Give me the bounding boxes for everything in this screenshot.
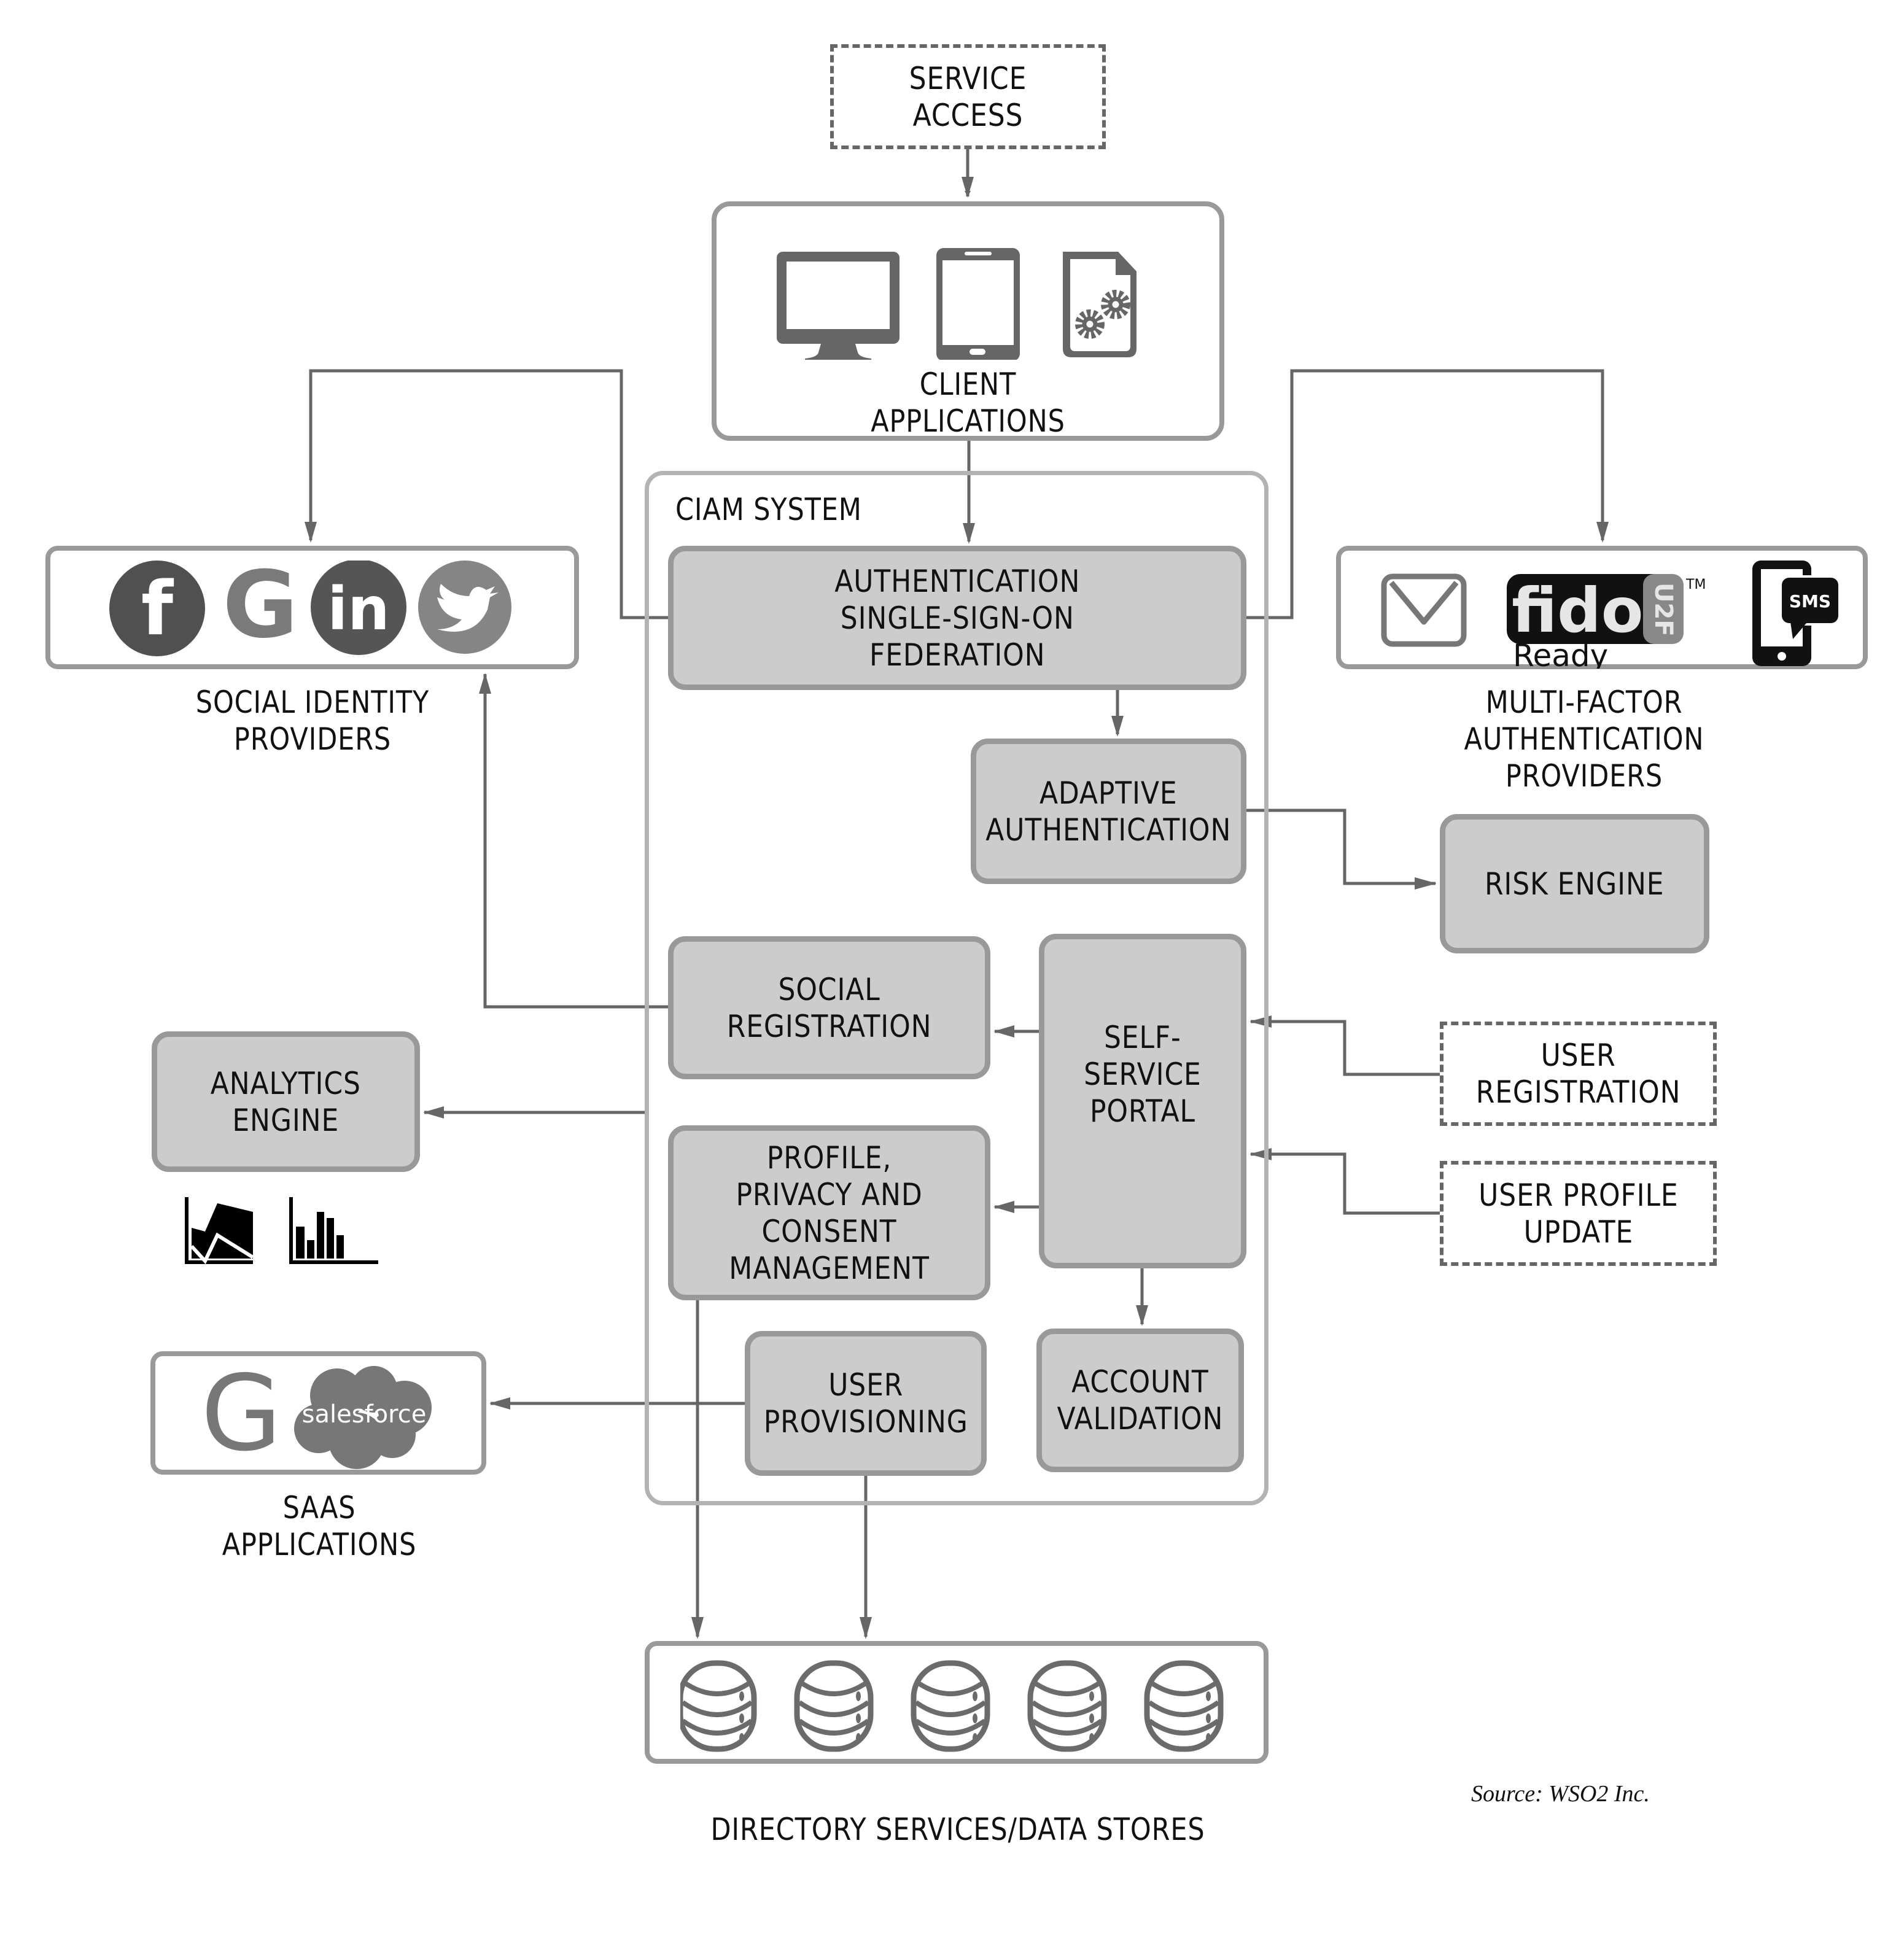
database-icon — [794, 1660, 874, 1752]
arrowhead — [962, 177, 974, 198]
database-icons — [680, 1660, 1224, 1752]
authentication-sso-federation-box[interactable]: AUTHENTICATION SINGLE-SIGN-ON FEDERATION — [668, 546, 1246, 690]
profile-privacy-consent-box[interactable]: PROFILE, PRIVACY AND CONSENT MANAGEMENT — [668, 1125, 990, 1300]
svg-text:salesforce: salesforce — [302, 1400, 427, 1429]
svg-text:TM: TM — [1685, 577, 1706, 592]
profile-privacy-consent-label: PROFILE, PRIVACY AND CONSENT MANAGEMENT — [729, 1139, 930, 1286]
arrowhead — [1596, 522, 1609, 543]
saas-icons: G salesforce — [201, 1364, 432, 1474]
user-registration-box[interactable]: USER REGISTRATION — [1440, 1022, 1717, 1126]
ciam-system-title: CIAM SYSTEM — [675, 492, 862, 527]
analytics-engine-label: ANALYTICS ENGINE — [210, 1065, 362, 1138]
client-applications-label: CLIENT APPLICATIONS — [871, 367, 1065, 439]
arrow-socialreg-to-social-idp — [483, 674, 668, 1009]
social-registration-label: SOCIAL REGISTRATION — [726, 971, 932, 1044]
svg-text:SMS: SMS — [1789, 591, 1831, 611]
google-icon: G — [222, 561, 298, 659]
risk-engine-label: RISK ENGINE — [1485, 866, 1665, 902]
saas-applications-label: SAAS APPLICATIONS — [222, 1490, 417, 1562]
svg-text:U2F: U2F — [1649, 583, 1677, 637]
bar-chart-icon — [289, 1197, 378, 1264]
client-applications-box[interactable]: CLIENT APPLICATIONS — [712, 201, 1224, 441]
area-chart-icon — [185, 1197, 254, 1265]
self-service-portal-box[interactable]: SELF- SERVICE PORTAL — [1039, 934, 1246, 1268]
analytics-icons — [185, 1197, 378, 1265]
arrow-adaptive-to-risk — [1246, 809, 1436, 885]
database-icon — [1027, 1660, 1107, 1752]
salesforce-cloud-icon: salesforce — [294, 1366, 432, 1469]
arrow-profileupdate-to-selfservice — [1251, 1152, 1440, 1215]
mfa-providers-label: MULTI-FACTOR AUTHENTICATION PROVIDERS — [1464, 685, 1704, 794]
account-validation-label: ACCOUNT VALIDATION — [1057, 1364, 1224, 1437]
source-credit: Source: WSO2 Inc. — [1471, 1781, 1650, 1807]
google-icon: G — [201, 1364, 282, 1474]
social-registration-box[interactable]: SOCIAL REGISTRATION — [668, 936, 990, 1079]
self-service-portal-label: SELF- SERVICE PORTAL — [1084, 1020, 1202, 1129]
svg-text:Ready: Ready — [1513, 638, 1608, 669]
app-settings-gears-icon — [1063, 252, 1137, 357]
svg-text:in: in — [327, 575, 389, 643]
smartphone-icon — [936, 248, 1020, 360]
arrowhead — [305, 522, 317, 543]
user-profile-update-box[interactable]: USER PROFILE UPDATE — [1440, 1161, 1717, 1266]
adaptive-authentication-box[interactable]: ADAPTIVE AUTHENTICATION — [971, 739, 1246, 884]
analytics-engine-box[interactable]: ANALYTICS ENGINE — [152, 1031, 420, 1172]
directory-services-label: DIRECTORY SERVICES/DATA STORES — [710, 1812, 1205, 1847]
database-icon — [680, 1660, 757, 1752]
database-icon — [1144, 1660, 1224, 1752]
arrow-userreg-to-selfservice — [1251, 1020, 1440, 1076]
arrowhead — [860, 1617, 872, 1639]
mfa-providers-box[interactable]: fido U2F TM Ready SMS — [1336, 546, 1868, 669]
mfa-icons: fido U2F TM Ready SMS — [1381, 561, 1841, 669]
risk-engine-box[interactable]: RISK ENGINE — [1440, 814, 1709, 953]
svg-text:f: f — [141, 567, 174, 652]
account-validation-box[interactable]: ACCOUNT VALIDATION — [1036, 1329, 1244, 1472]
facebook-icon: f — [109, 561, 205, 656]
svg-text:G: G — [222, 561, 298, 659]
sms-phone-icon: SMS — [1752, 561, 1841, 666]
arrowhead — [1415, 877, 1437, 890]
social-identity-providers-label: SOCIAL IDENTITY PROVIDERS — [195, 685, 430, 757]
fido-u2f-logo: fido U2F TM Ready — [1507, 574, 1706, 669]
user-provisioning-box[interactable]: USER PROVISIONING — [745, 1331, 987, 1476]
adaptive-authentication-label: ADAPTIVE AUTHENTICATION — [985, 775, 1232, 848]
social-identity-providers-box[interactable]: f G in — [45, 546, 579, 669]
email-envelope-icon — [1381, 573, 1467, 647]
social-icons: f G in — [109, 561, 511, 659]
arrowhead — [489, 1397, 510, 1410]
client-icons — [777, 248, 1137, 360]
user-provisioning-label: USER PROVISIONING — [763, 1367, 968, 1440]
authentication-label: AUTHENTICATION SINGLE-SIGN-ON FEDERATION — [834, 563, 1080, 673]
service-access-box[interactable]: SERVICE ACCESS — [830, 44, 1106, 149]
user-registration-label: USER REGISTRATION — [1475, 1038, 1681, 1110]
svg-text:fido: fido — [1512, 575, 1643, 646]
arrowhead — [691, 1617, 704, 1639]
saas-applications-box[interactable]: G salesforce — [150, 1351, 486, 1475]
twitter-icon — [418, 561, 511, 654]
database-icon — [911, 1660, 990, 1752]
service-access-label: SERVICE ACCESS — [909, 60, 1027, 133]
linkedin-icon: in — [311, 561, 406, 655]
user-profile-update-label: USER PROFILE UPDATE — [1478, 1177, 1679, 1250]
arrowhead — [423, 1106, 444, 1119]
desktop-monitor-icon — [777, 252, 900, 360]
directory-services-box[interactable] — [645, 1641, 1269, 1764]
svg-text:G: G — [201, 1364, 282, 1474]
